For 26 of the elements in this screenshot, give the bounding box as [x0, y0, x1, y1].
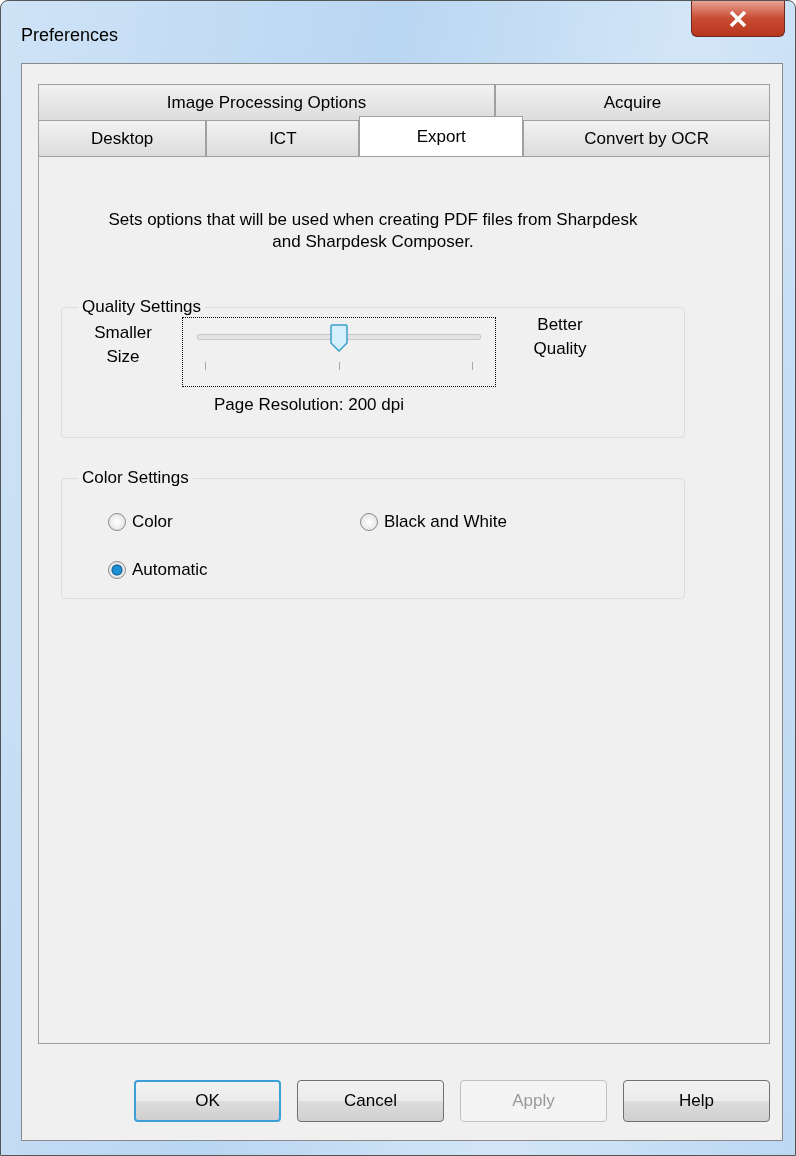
radio-option[interactable]: Black and White	[360, 512, 668, 532]
dialog-button[interactable]: Cancel	[297, 1080, 444, 1122]
slider-max-label: Better Quality	[532, 314, 588, 360]
dialog-button[interactable]: Help	[623, 1080, 770, 1122]
group-title: Quality Settings	[81, 297, 203, 317]
radio-button[interactable]	[108, 513, 126, 531]
radio-button[interactable]	[108, 561, 126, 579]
dialog-button[interactable]: OK	[134, 1080, 281, 1122]
radio-button[interactable]	[360, 513, 378, 531]
radio-option[interactable]: Color	[108, 512, 360, 532]
close-button[interactable]	[691, 1, 785, 37]
radio-option[interactable]: Automatic	[108, 560, 360, 580]
resolution-reading: Page Resolution: 200 dpi	[214, 395, 405, 415]
tab[interactable]: Acquire	[495, 84, 770, 120]
tab[interactable]: Desktop	[38, 120, 207, 156]
tab[interactable]: Export	[359, 116, 524, 156]
tab[interactable]: ICT	[206, 120, 360, 156]
window-title: Preferences	[21, 25, 119, 46]
description-text: Sets options that will be used when creating PDF files from Sharpdesk and Sharpdesk Composer.	[107, 209, 639, 253]
close-icon	[727, 9, 749, 28]
tab[interactable]: Convert by OCR	[523, 120, 770, 156]
quality-slider[interactable]	[182, 317, 496, 387]
slider-thumb[interactable]	[330, 324, 348, 352]
group-title: Color Settings	[81, 468, 190, 488]
tab[interactable]: Image Processing Options	[38, 84, 495, 120]
slider-min-label: Smaller Size	[93, 322, 153, 368]
